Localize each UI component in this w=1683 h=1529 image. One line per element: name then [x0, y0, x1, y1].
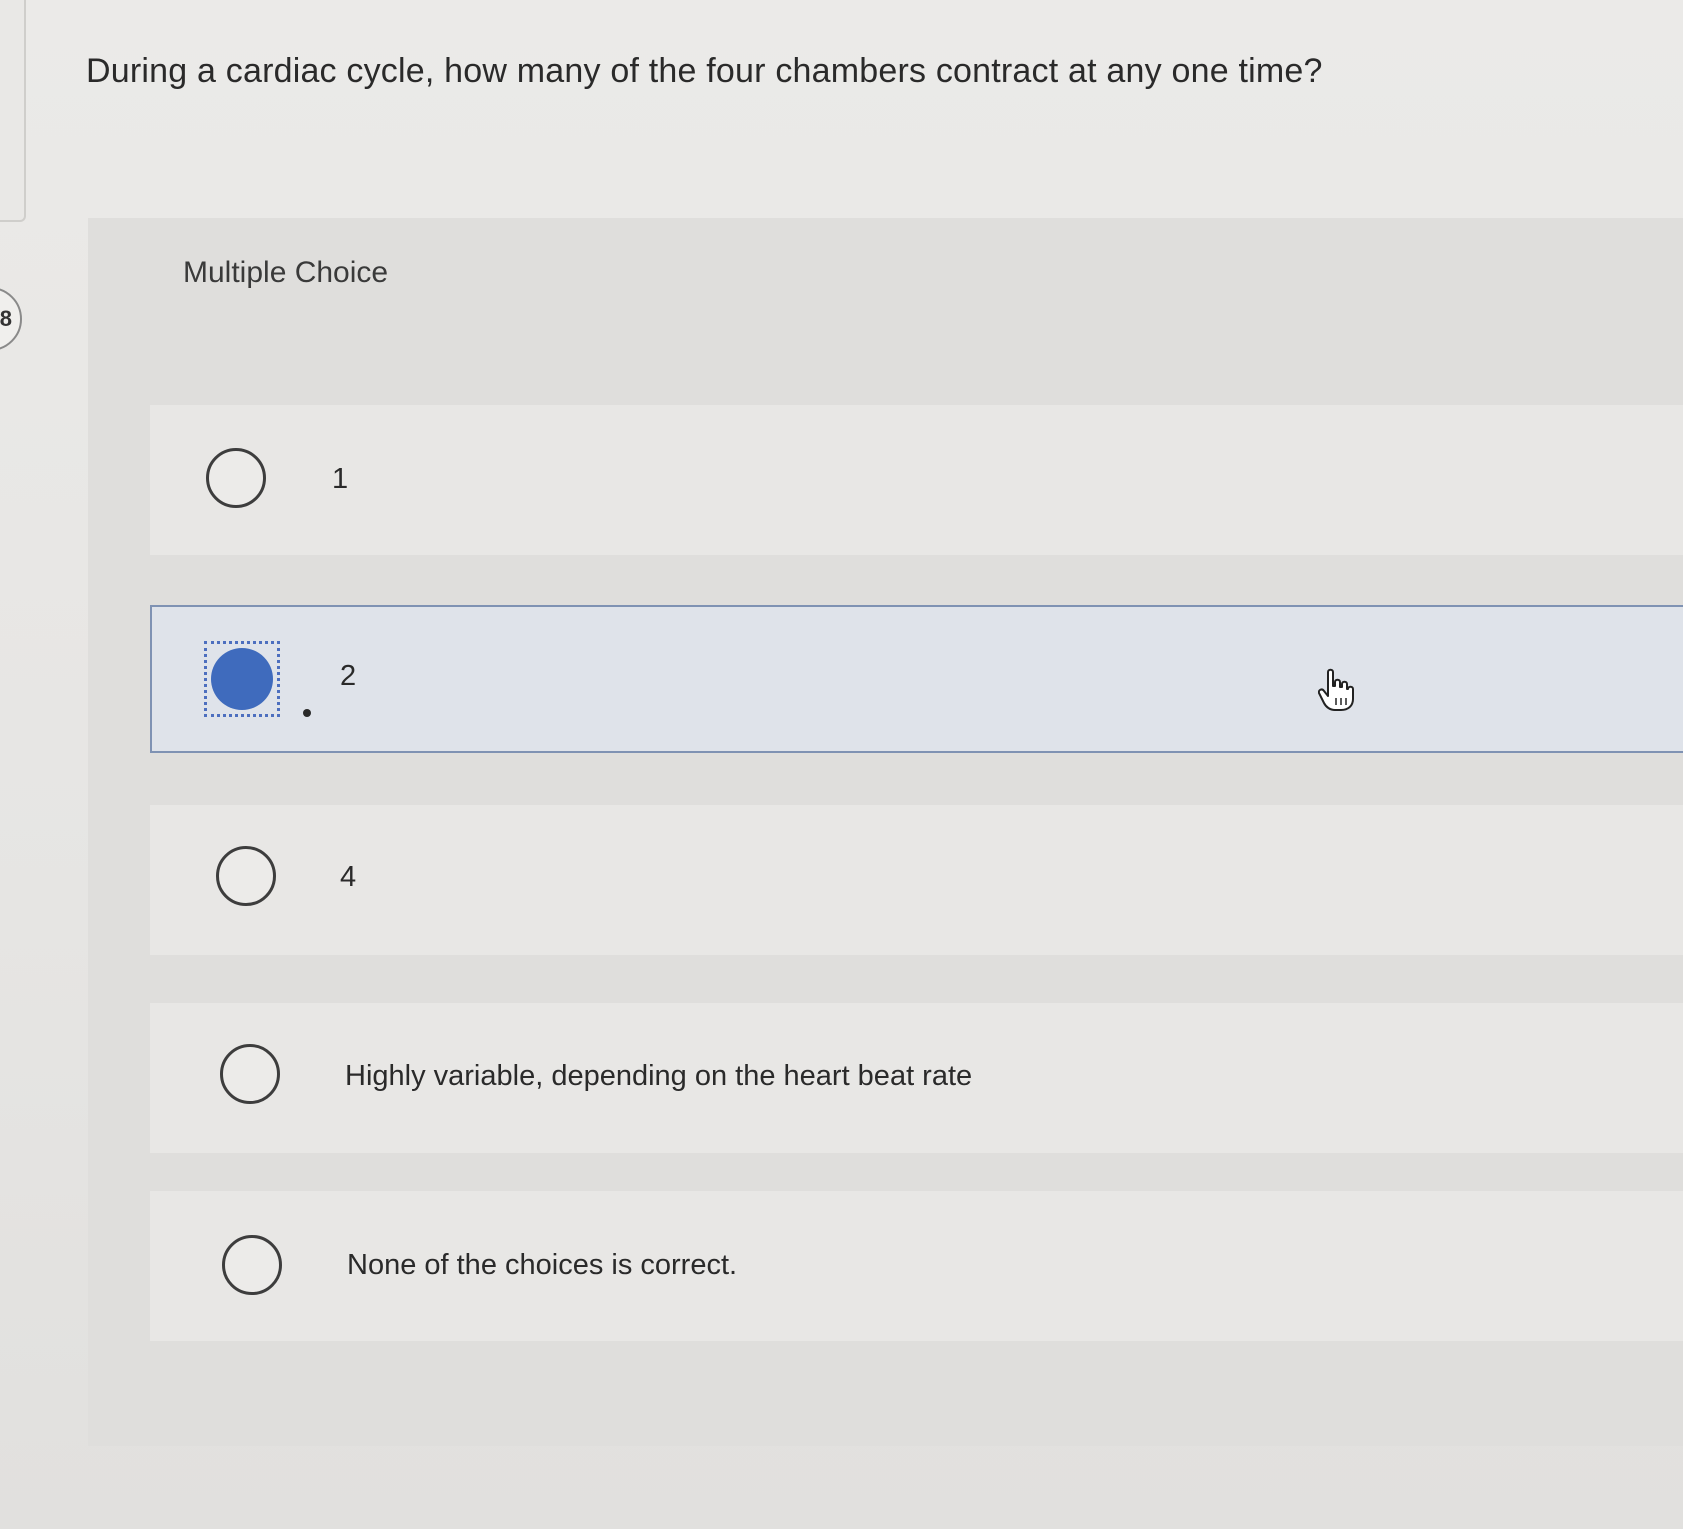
- choice-label: 4: [340, 861, 357, 893]
- question-number: 8: [0, 306, 12, 331]
- radio-button[interactable]: [222, 1235, 282, 1295]
- question-prompt: During a cardiac cycle, how many of the …: [86, 52, 1323, 90]
- radio-button-selected[interactable]: [211, 648, 273, 710]
- choice-row-selected[interactable]: 2: [150, 605, 1683, 753]
- question-nav-rail: [0, 0, 26, 222]
- radio-button[interactable]: [220, 1044, 280, 1104]
- question-number-badge[interactable]: 8: [0, 287, 22, 351]
- quiz-page: 8 During a cardiac cycle, how many of th…: [0, 0, 1683, 1529]
- focus-dot: [303, 709, 311, 717]
- hand-pointer-icon: [1318, 668, 1354, 711]
- choice-label: 2: [340, 660, 357, 692]
- question-type-label: Multiple Choice: [183, 256, 389, 289]
- choice-row[interactable]: Highly variable, depending on the heart …: [150, 1003, 1683, 1153]
- choice-row[interactable]: None of the choices is correct.: [150, 1191, 1683, 1341]
- radio-button[interactable]: [216, 846, 276, 906]
- choice-label: 1: [332, 463, 349, 495]
- radio-button[interactable]: [206, 448, 266, 508]
- choice-row[interactable]: 1: [150, 405, 1683, 555]
- choice-label: Highly variable, depending on the heart …: [345, 1060, 973, 1092]
- choice-row[interactable]: 4: [150, 805, 1683, 955]
- choice-label: None of the choices is correct.: [347, 1249, 738, 1281]
